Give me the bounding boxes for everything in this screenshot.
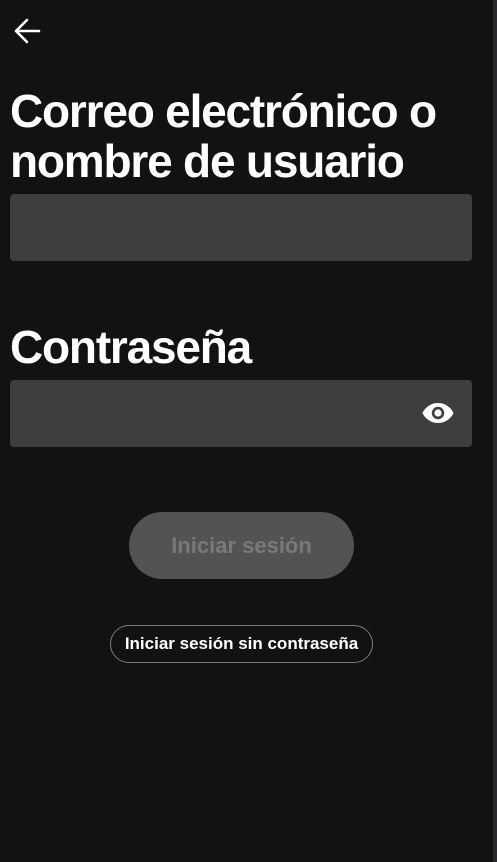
email-label: Correo electrónico o nombre de usuario <box>10 85 437 187</box>
login-without-password-button[interactable]: Iniciar sesión sin contraseña <box>110 625 373 663</box>
eye-icon <box>422 403 454 423</box>
email-field[interactable] <box>10 194 472 261</box>
password-field[interactable] <box>10 380 472 447</box>
window-edge <box>493 0 497 862</box>
back-button[interactable] <box>8 12 46 50</box>
login-button[interactable]: Iniciar sesión <box>129 512 354 579</box>
arrow-left-icon <box>14 18 41 44</box>
password-label: Contraseña <box>10 321 252 373</box>
show-password-button[interactable] <box>420 397 456 429</box>
